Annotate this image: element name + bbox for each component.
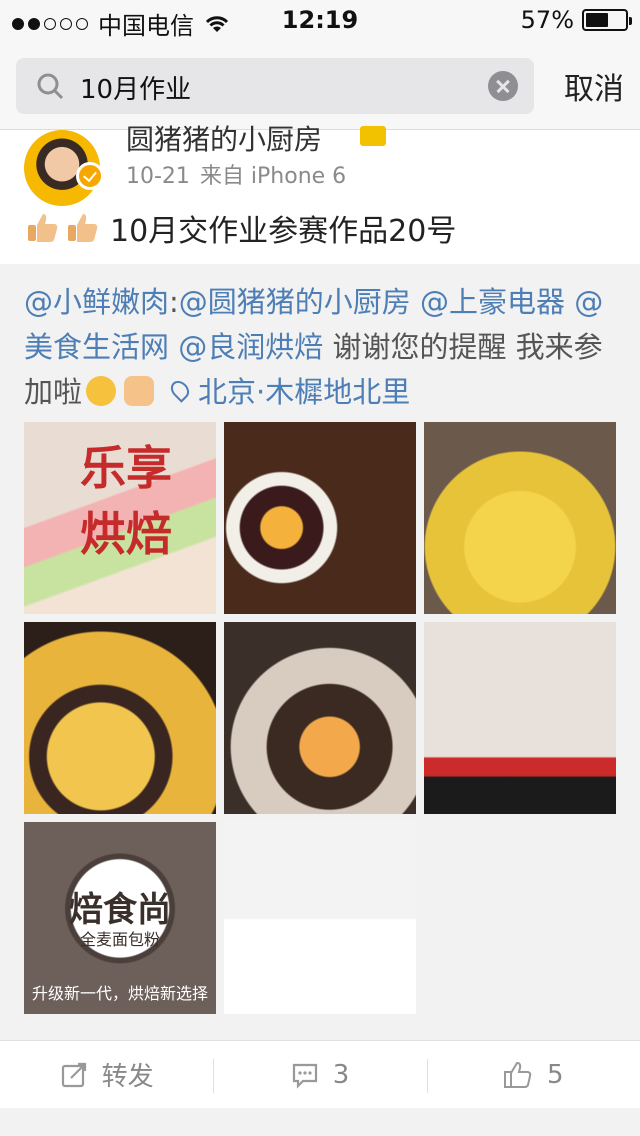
action-bar: 转发 3 5 (0, 1040, 640, 1108)
thumbs-up-icon (28, 214, 58, 242)
post-title-text: 10月交作业参赛作品20号 (110, 214, 457, 249)
search-query: 10月作业 (80, 75, 192, 105)
like-button[interactable]: 5 (426, 1041, 640, 1108)
victory-emoji-icon (124, 376, 155, 406)
comment-icon (292, 1063, 317, 1089)
like-icon (504, 1061, 532, 1088)
mention-link[interactable]: @良润烘焙 (178, 330, 323, 364)
smile-emoji-icon (86, 376, 117, 406)
thumbs-up-icon (68, 214, 98, 242)
battery-icon (582, 9, 632, 31)
author-name[interactable]: 圆猪猪的小厨房 (126, 118, 322, 158)
post-image[interactable] (424, 622, 616, 814)
repost-text: @小鲜嫩肉:@圆猪猪的小厨房 @上豪电器 @美食生活网 @良润烘焙 谢谢您的提醒… (24, 285, 604, 409)
comment-button[interactable]: 3 (213, 1041, 426, 1108)
battery-percent: 57% (520, 6, 574, 34)
mention-link[interactable]: @小鲜嫩肉 (24, 285, 169, 319)
post-image[interactable]: 乐享烘焙 (24, 422, 216, 614)
verified-icon (76, 162, 104, 190)
repost-button[interactable]: 转发 (0, 1041, 213, 1108)
status-bar: 中国电信 12:19 57% (0, 0, 640, 40)
search-icon (37, 73, 64, 100)
mention-link[interactable]: @圆猪猪的小厨房 (179, 285, 411, 319)
repost-box[interactable]: @小鲜嫩肉:@圆猪猪的小厨房 @上豪电器 @美食生活网 @良润烘焙 谢谢您的提醒… (0, 264, 640, 1040)
post-image[interactable] (424, 422, 616, 614)
image-caption: 乐享烘焙 (80, 441, 172, 561)
battery-fill (586, 13, 608, 27)
member-badge-icon (360, 126, 386, 146)
status-right: 57% (520, 6, 632, 34)
post-card[interactable]: 圆猪猪的小厨房 10-21 来自 iPhone 6 10月交作业参赛作品20号 @… (0, 123, 640, 1040)
post-image[interactable]: 焙食尚 全麦面包粉 升级新一代，烘焙新选择 (24, 822, 216, 1014)
repost-label: 转发 (101, 1062, 154, 1092)
post-image[interactable] (224, 622, 416, 814)
post-title: 10月交作业参赛作品20号 (26, 206, 456, 250)
image-logo-text: 焙食尚 (69, 890, 171, 930)
mention-link[interactable]: @上豪电器 (420, 285, 565, 319)
comment-count: 3 (332, 1059, 350, 1090)
location-link[interactable]: 北京·木樨地北里 (198, 375, 410, 409)
post-source: 来自 iPhone 6 (199, 164, 347, 189)
post-image[interactable] (24, 622, 216, 814)
location-icon (167, 377, 193, 403)
bottom-spacer (0, 1108, 640, 1136)
like-count: 5 (547, 1059, 564, 1090)
search-input[interactable]: 10月作业 (16, 58, 534, 114)
post-image[interactable] (224, 422, 416, 614)
cancel-button[interactable]: 取消 (564, 64, 624, 108)
image-sub-text: 全麦面包粉 (79, 930, 160, 949)
post-image[interactable] (224, 822, 416, 1014)
post-meta: 10-21 来自 iPhone 6 (126, 158, 346, 190)
image-caption: 升级新一代，烘焙新选择 (31, 984, 208, 1003)
post-date: 10-21 (126, 164, 190, 189)
search-bar: 10月作业 取消 (0, 40, 640, 130)
clear-icon[interactable] (488, 71, 518, 101)
repost-icon (61, 1062, 86, 1087)
